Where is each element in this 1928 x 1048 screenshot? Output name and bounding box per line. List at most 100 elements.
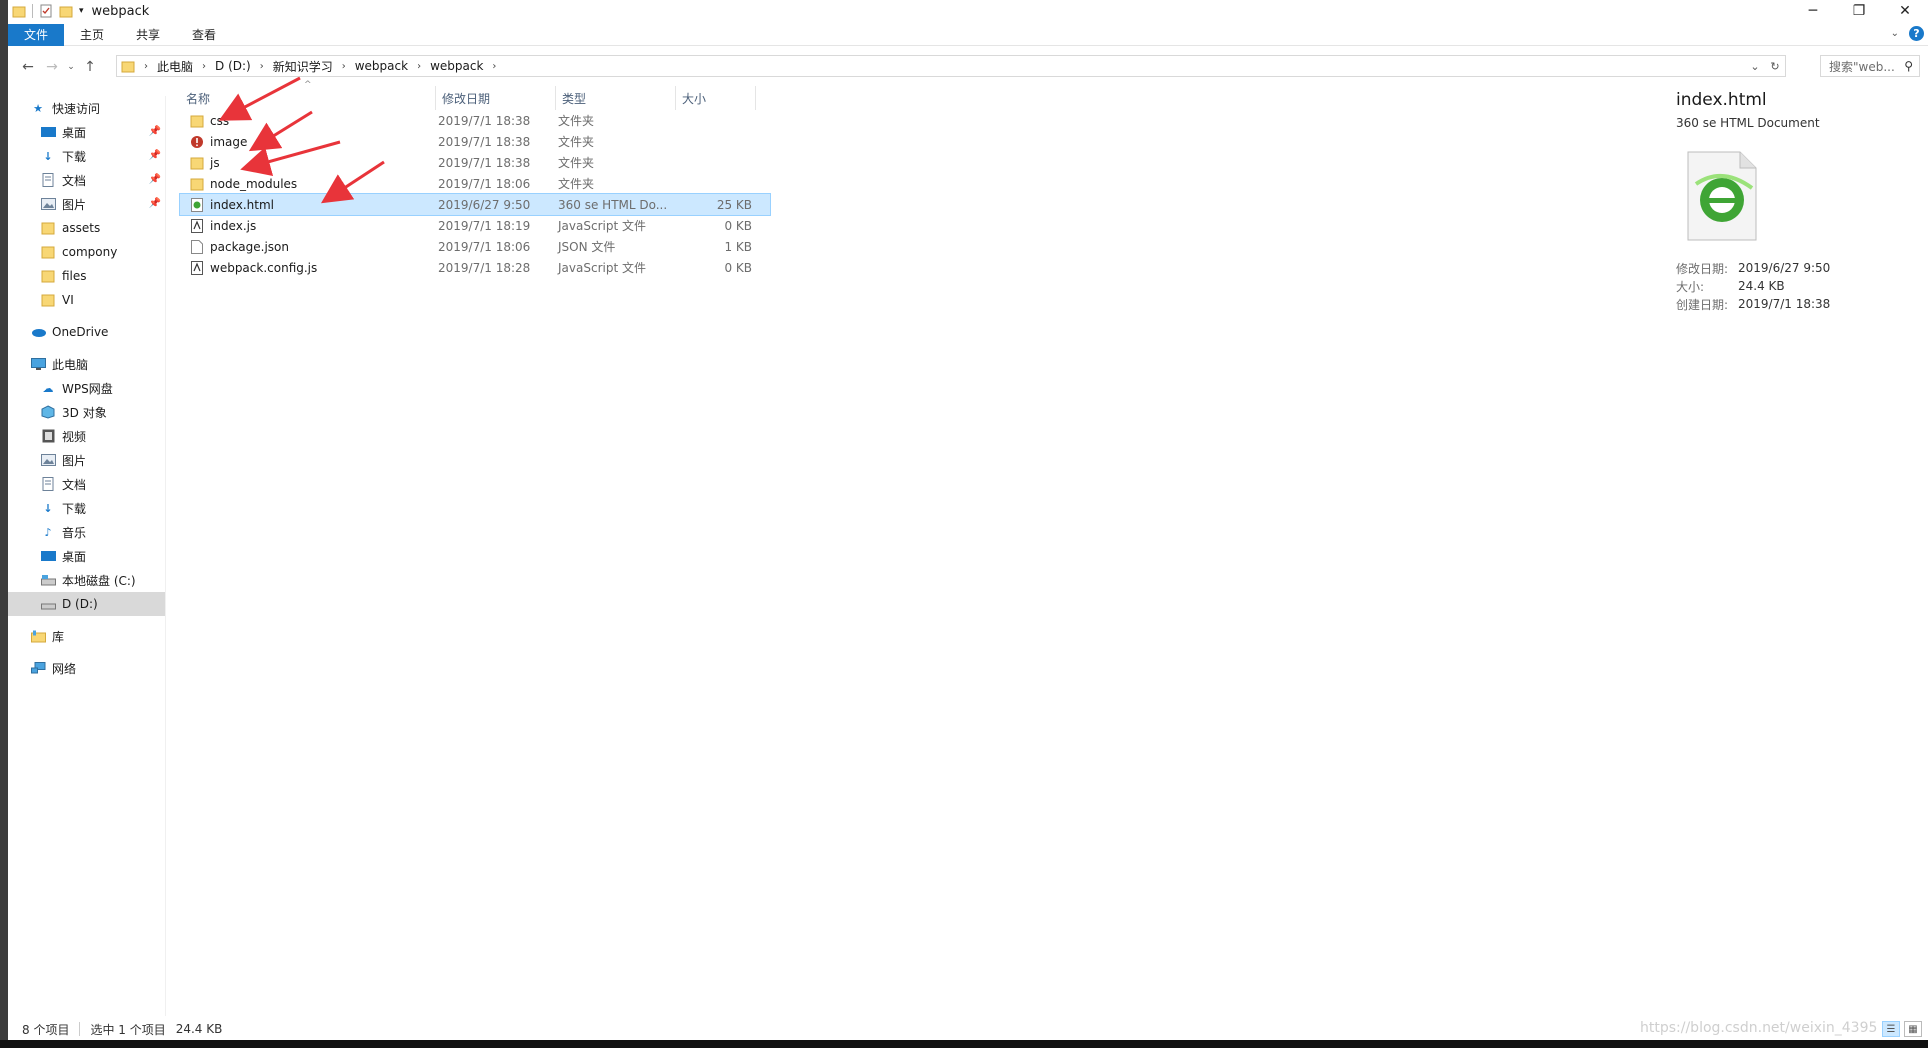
nav-documents[interactable]: 文档: [8, 472, 165, 496]
up-button[interactable]: ↑: [78, 55, 102, 79]
nav-label: 文档: [62, 173, 87, 188]
watermark: https://blog.csdn.net/weixin_4395: [1640, 1020, 1878, 1036]
pin-icon[interactable]: 📌: [149, 198, 161, 209]
nav-label: WPS网盘: [62, 381, 113, 396]
breadcrumb-separator[interactable]: ›: [251, 61, 273, 72]
refresh-icon[interactable]: ↻: [1765, 60, 1785, 73]
nav-wps-drive[interactable]: ☁ WPS网盘: [8, 376, 165, 400]
file-type: JSON 文件: [558, 240, 616, 254]
details-view-icon[interactable]: ☰: [1882, 1021, 1900, 1037]
nav-label: OneDrive: [52, 325, 109, 339]
preview-subtitle: 360 se HTML Document: [1676, 116, 1820, 130]
nav-folder-files[interactable]: files: [8, 264, 165, 288]
file-row[interactable]: image 2019/7/1 18:38 文件夹: [180, 131, 770, 152]
navigation-pane: ★ 快速访问 桌面 📌 ↓ 下载 📌 文档 📌 图片 📌 assets comp…: [8, 96, 166, 1016]
folder-icon: [121, 61, 135, 73]
file-row[interactable]: package.json 2019/7/1 18:06 JSON 文件 1 KB: [180, 236, 770, 257]
file-type: JavaScript 文件: [558, 261, 646, 275]
navigation-row: ← → ⌄ ↑ › 此电脑 › D (D:) › 新知识学习 › webpack › w…: [8, 54, 1928, 80]
tab-file[interactable]: 文件: [8, 23, 64, 46]
breadcrumb-separator[interactable]: ›: [193, 61, 215, 72]
nav-pictures[interactable]: 图片: [8, 448, 165, 472]
nav-library[interactable]: 库: [8, 624, 165, 648]
expand-ribbon-icon[interactable]: ⌄: [1891, 28, 1899, 39]
breadcrumb-separator[interactable]: ›: [483, 61, 505, 72]
help-icon[interactable]: ?: [1909, 26, 1924, 41]
size-value: 24.4 KB: [1738, 279, 1785, 293]
address-dropdown-icon[interactable]: ⌄: [1745, 60, 1765, 73]
column-header-size[interactable]: 大小: [676, 86, 756, 110]
large-icons-view-icon[interactable]: ▦: [1904, 1021, 1922, 1037]
nav-this-pc[interactable]: 此电脑: [8, 352, 165, 376]
file-type: 文件夹: [558, 156, 595, 170]
nav-quick-access[interactable]: ★ 快速访问: [8, 96, 165, 120]
column-header-date[interactable]: 修改日期: [436, 86, 556, 110]
pin-icon[interactable]: 📌: [149, 150, 161, 161]
nav-onedrive[interactable]: OneDrive: [8, 320, 165, 344]
pin-icon[interactable]: 📌: [149, 174, 161, 185]
nav-drive-c[interactable]: 本地磁盘 (C:): [8, 568, 165, 592]
nav-pinned-downloads[interactable]: ↓ 下载 📌: [8, 144, 165, 168]
address-bar[interactable]: › 此电脑 › D (D:) › 新知识学习 › webpack › webpack › …: [116, 55, 1786, 77]
back-button[interactable]: ←: [16, 55, 40, 79]
nav-network[interactable]: 网络: [8, 656, 165, 680]
file-row[interactable]: webpack.config.js 2019/7/1 18:28 JavaScr…: [180, 257, 770, 278]
music-icon: ♪: [44, 525, 52, 539]
nav-label: assets: [62, 221, 101, 235]
breadcrumb-folder[interactable]: 新知识学习: [273, 58, 333, 75]
file-size: 0 KB: [724, 218, 752, 233]
breadcrumb-this-pc[interactable]: 此电脑: [157, 58, 193, 75]
breadcrumb-separator[interactable]: ›: [408, 61, 430, 72]
nav-desktop[interactable]: 桌面: [8, 544, 165, 568]
file-row[interactable]: css 2019/7/1 18:38 文件夹: [180, 110, 770, 131]
nav-pinned-documents[interactable]: 文档 📌: [8, 168, 165, 192]
modified-value: 2019/6/27 9:50: [1738, 261, 1831, 275]
nav-pinned-pictures[interactable]: 图片 📌: [8, 192, 165, 216]
tab-view[interactable]: 查看: [176, 24, 232, 46]
file-type: 文件夹: [558, 177, 595, 191]
breadcrumb-folder[interactable]: webpack: [355, 59, 408, 73]
forward-button[interactable]: →: [40, 55, 64, 79]
nav-music[interactable]: ♪ 音乐: [8, 520, 165, 544]
tab-home[interactable]: 主页: [64, 24, 120, 46]
restore-button[interactable]: ❐: [1836, 0, 1882, 22]
nav-folder-assets[interactable]: assets: [8, 216, 165, 240]
file-row-selected[interactable]: index.html 2019/6/27 9:50 360 se HTML Do…: [179, 193, 771, 216]
minimize-button[interactable]: ─: [1790, 0, 1836, 22]
nav-folder-vi[interactable]: VI: [8, 288, 165, 312]
file-type: JavaScript 文件: [558, 219, 646, 233]
nav-drive-d[interactable]: D (D:): [8, 592, 165, 616]
new-folder-icon[interactable]: [59, 4, 73, 18]
properties-icon[interactable]: [39, 4, 53, 18]
file-date: 2019/7/1 18:06: [438, 239, 531, 254]
file-row[interactable]: index.js 2019/7/1 18:19 JavaScript 文件 0 …: [180, 215, 770, 236]
breadcrumb-separator[interactable]: ›: [135, 61, 157, 72]
file-row[interactable]: js 2019/7/1 18:38 文件夹: [180, 152, 770, 173]
recent-locations-button[interactable]: ⌄: [64, 55, 78, 79]
close-button[interactable]: ✕: [1882, 0, 1928, 22]
breadcrumb-current[interactable]: webpack: [430, 59, 483, 73]
pin-icon[interactable]: 📌: [149, 126, 161, 137]
customize-dropdown-icon[interactable]: ▾: [79, 6, 84, 16]
drive-icon: [40, 597, 56, 611]
details-pane: index.html 360 se HTML Document 修改日期: 201…: [1676, 90, 1926, 313]
nav-pinned-desktop[interactable]: 桌面 📌: [8, 120, 165, 144]
search-box[interactable]: 搜索"web... ⚲: [1820, 55, 1920, 77]
tab-share[interactable]: 共享: [120, 24, 176, 46]
breadcrumb-drive-d[interactable]: D (D:): [215, 59, 251, 73]
nav-label: 本地磁盘 (C:): [62, 573, 136, 588]
view-switcher: ☰ ▦: [1882, 1021, 1922, 1037]
nav-videos[interactable]: 视频: [8, 424, 165, 448]
nav-3d-objects[interactable]: 3D 对象: [8, 400, 165, 424]
nav-folder-compony[interactable]: compony: [8, 240, 165, 264]
nav-downloads[interactable]: ↓ 下载: [8, 496, 165, 520]
warning-icon: [190, 135, 204, 149]
column-header-type[interactable]: 类型: [556, 86, 676, 110]
file-size: 25 KB: [716, 197, 752, 212]
breadcrumb-separator[interactable]: ›: [333, 61, 355, 72]
html-file-icon: [190, 197, 204, 212]
nav-label: 桌面: [62, 549, 87, 564]
nav-label: 网络: [52, 661, 77, 676]
network-icon: [30, 661, 46, 675]
file-row[interactable]: node_modules 2019/7/1 18:06 文件夹: [180, 173, 770, 194]
